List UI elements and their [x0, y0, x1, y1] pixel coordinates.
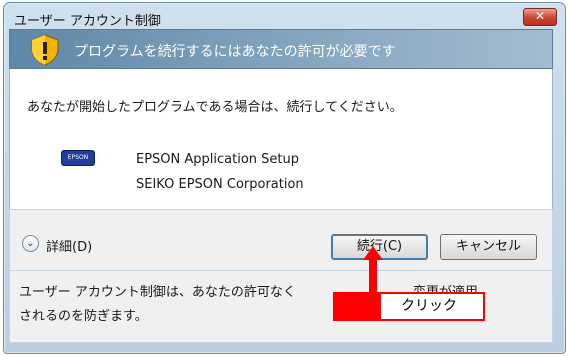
app-icon-label: EPSON [67, 154, 89, 161]
details-label[interactable]: 詳細(D) [46, 236, 92, 255]
dialog-content: あなたが開始したプログラムである場合は、続行してください。 EPSON EPSO… [9, 69, 553, 209]
cancel-button[interactable]: キャンセル [440, 234, 537, 260]
uac-banner: プログラムを続行するにはあなたの許可が必要です [9, 29, 553, 69]
continue-instruction: あなたが開始したプログラムである場合は、続行してください。 [27, 100, 403, 115]
chevron-down-icon[interactable]: ⌄ [22, 235, 39, 252]
window-title: ユーザー アカウント制御 [14, 14, 161, 29]
close-button[interactable]: ✕ [523, 8, 557, 26]
red-callout-marker [333, 292, 379, 321]
button-bar: ⌄ 詳細(D) 続行(C) キャンセル [9, 209, 553, 271]
program-publisher: SEIKO EPSON Corporation [136, 177, 304, 192]
shield-warning-icon [31, 34, 59, 66]
program-name: EPSON Application Setup [136, 152, 300, 167]
epson-app-icon: EPSON [61, 150, 95, 166]
banner-message: プログラムを続行するにはあなたの許可が必要です [74, 44, 396, 60]
click-callout-label: クリック [379, 292, 485, 321]
